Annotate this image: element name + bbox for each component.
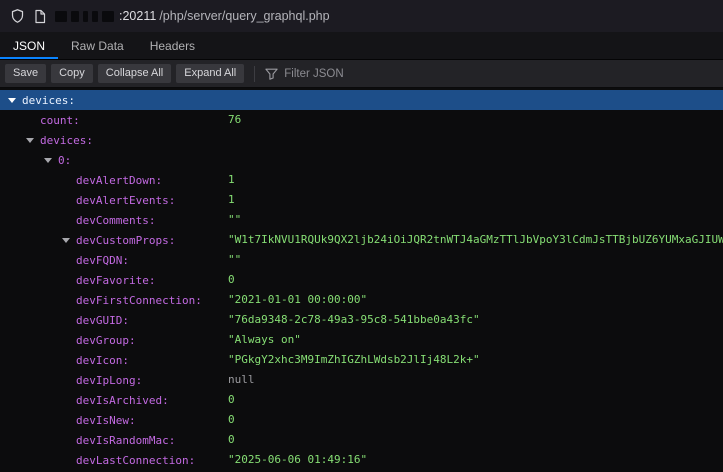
tree-row-devcomments[interactable]: devComments: ""	[0, 210, 723, 230]
filter-area	[265, 68, 718, 80]
toolbar-separator	[254, 66, 255, 82]
tab-headers[interactable]: Headers	[137, 32, 208, 59]
collapse-all-button[interactable]: Collapse All	[98, 64, 171, 83]
json-value: "76da9348-2c78-49a3-95c8-541bbe0a43fc"	[228, 310, 723, 330]
toolbar-buttons: Save Copy Collapse All Expand All	[5, 64, 244, 83]
json-value: 0	[228, 430, 723, 450]
json-key: devIcon:	[76, 354, 129, 367]
json-key: devFirstConnection:	[76, 294, 202, 307]
copy-button[interactable]: Copy	[51, 64, 93, 83]
tree-row-devalertdown[interactable]: devAlertDown: 1	[0, 170, 723, 190]
tab-json[interactable]: JSON	[0, 32, 58, 59]
tree-row-count[interactable]: count: 76	[0, 110, 723, 130]
collapse-triangle-icon[interactable]	[44, 158, 58, 163]
json-key: devIsArchived:	[76, 394, 169, 407]
expand-all-button[interactable]: Expand All	[176, 64, 244, 83]
json-key: devAlertEvents:	[76, 194, 175, 207]
tree-row-0[interactable]: 0:	[0, 150, 723, 170]
tree-row-devices[interactable]: devices:	[0, 130, 723, 150]
json-tree-panel[interactable]: devices: count: 76 devices: 0: devAlertDown: 1…	[0, 88, 723, 472]
json-key: devices:	[22, 94, 75, 107]
redacted-host-block	[83, 11, 88, 22]
tree-row-devicon[interactable]: devIcon: "PGkgY2xhc3M9ImZhIGZhLWdsb2JlIj4…	[0, 350, 723, 370]
redacted-host-blocks	[55, 11, 114, 22]
tab-raw-data[interactable]: Raw Data	[58, 32, 137, 59]
redacted-host-block	[102, 11, 114, 22]
url-text: :20211/php/server/query_graphql.php	[55, 9, 330, 23]
browser-url-bar[interactable]: :20211/php/server/query_graphql.php	[0, 0, 723, 32]
tree-row-devisarchived[interactable]: devIsArchived: 0	[0, 390, 723, 410]
json-key: devGroup:	[76, 334, 136, 347]
json-value: 1	[228, 190, 723, 210]
tree-row-devfqdn[interactable]: devFQDN: ""	[0, 250, 723, 270]
save-button[interactable]: Save	[5, 64, 46, 83]
url-path: /php/server/query_graphql.php	[159, 9, 329, 23]
collapse-triangle-icon[interactable]	[8, 98, 22, 103]
json-value: "2025-06-06 01:49:16"	[228, 450, 723, 470]
tree-row-devices[interactable]: devices:	[0, 90, 723, 110]
page-proxy-icon[interactable]	[34, 9, 46, 24]
tree-row-devfavorite[interactable]: devFavorite: 0	[0, 270, 723, 290]
json-key: devices:	[40, 134, 93, 147]
json-key: devGUID:	[76, 314, 129, 327]
viewer-tabs: JSONRaw DataHeaders	[0, 32, 723, 60]
json-value: 0	[228, 270, 723, 290]
json-key: devLastConnection:	[76, 454, 195, 467]
tree-row-devgroup[interactable]: devGroup: "Always on"	[0, 330, 723, 350]
json-key: devAlertDown:	[76, 174, 162, 187]
json-key: devFQDN:	[76, 254, 129, 267]
url-port: :20211	[119, 9, 156, 23]
json-value: 0	[228, 410, 723, 430]
json-toolbar: Save Copy Collapse All Expand All	[0, 60, 723, 88]
tree-row-devisnew[interactable]: devIsNew: 0	[0, 410, 723, 430]
json-key: devFavorite:	[76, 274, 155, 287]
tree-row-devalertevents[interactable]: devAlertEvents: 1	[0, 190, 723, 210]
tree-row-deviplong[interactable]: devIpLong: null	[0, 370, 723, 390]
json-value: "W1t7IkNVU1RQUk9QX2ljb24iOiJQR2tnWTJ4aGM…	[228, 230, 723, 250]
tree-row-devisrandommac[interactable]: devIsRandomMac: 0	[0, 430, 723, 450]
json-key: devIpLong:	[76, 374, 142, 387]
json-value: 1	[228, 170, 723, 190]
tracking-protection-shield-icon[interactable]	[10, 8, 25, 24]
json-key: devIsNew:	[76, 414, 136, 427]
collapse-triangle-icon[interactable]	[62, 238, 76, 243]
json-value: null	[228, 370, 723, 390]
filter-json-input[interactable]	[284, 68, 524, 80]
json-value: "2021-01-01 00:00:00"	[228, 290, 723, 310]
json-key: count:	[40, 114, 80, 127]
redacted-host-block	[92, 11, 98, 22]
json-value: 76	[228, 110, 723, 130]
json-value: "PGkgY2xhc3M9ImZhIGZhLWdsb2JlIj48L2k+"	[228, 350, 723, 370]
json-key: devCustomProps:	[76, 234, 175, 247]
json-value: ""	[228, 250, 723, 270]
tree-row-devcustomprops[interactable]: devCustomProps: "W1t7IkNVU1RQUk9QX2ljb24i…	[0, 230, 723, 250]
json-value: 0	[228, 390, 723, 410]
json-key: devIsRandomMac:	[76, 434, 175, 447]
json-value: "Always on"	[228, 330, 723, 350]
json-value: ""	[228, 210, 723, 230]
tree-row-devguid[interactable]: devGUID: "76da9348-2c78-49a3-95c8-541bbe0…	[0, 310, 723, 330]
collapse-triangle-icon[interactable]	[26, 138, 40, 143]
redacted-host-block	[71, 11, 79, 22]
filter-funnel-icon	[265, 68, 278, 80]
redacted-host-block	[55, 11, 67, 22]
tree-row-devlastconnection[interactable]: devLastConnection: "2025-06-06 01:49:16"	[0, 450, 723, 470]
json-key: 0:	[58, 154, 71, 167]
tree-row-devfirstconnection[interactable]: devFirstConnection: "2021-01-01 00:00:00"	[0, 290, 723, 310]
json-key: devComments:	[76, 214, 155, 227]
